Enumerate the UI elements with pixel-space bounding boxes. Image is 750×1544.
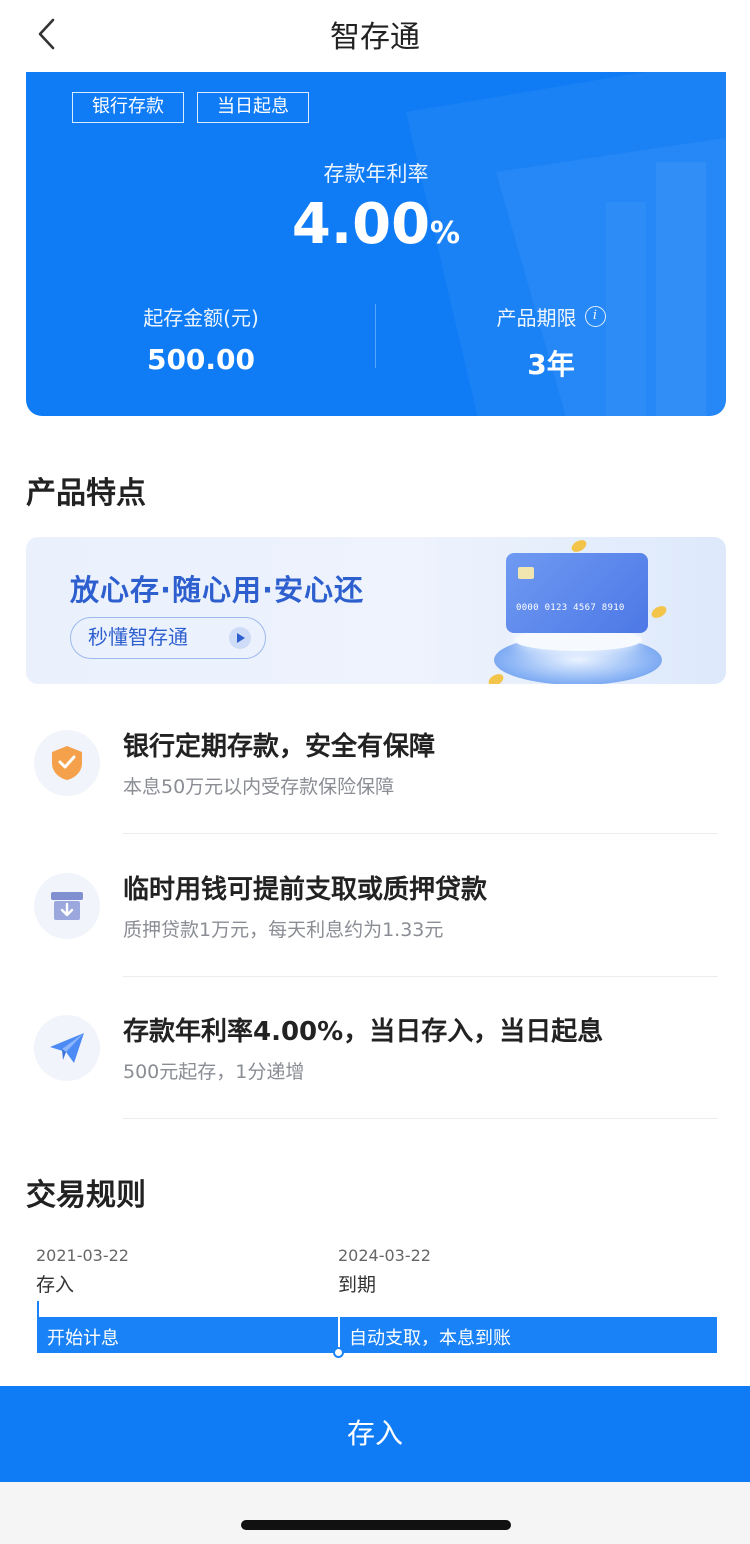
archive-box-icon [34,873,100,939]
min-amount-value: 500.00 [146,343,256,376]
coin-decoration [486,671,506,684]
timeline-end-date: 2024-03-22 [338,1246,431,1265]
feature-title: 存款年利率4.00%，当日存入，当日起息 [123,1017,604,1047]
feature-subtitle: 500元起存，1分递增 [123,1061,305,1083]
feature-subtitle: 本息50万元以内受存款保险保障 [123,776,395,798]
explain-video-button[interactable]: 秒懂智存通 [70,617,266,659]
divider [123,976,718,977]
timeline-end-event: 自动支取，本息到账 [349,1328,511,1349]
features-section-title: 产品特点 [26,476,146,511]
timeline-start-event: 开始计息 [47,1328,119,1349]
rate-label: 存款年利率 [323,162,429,186]
timeline-start-label: 存入 [36,1274,75,1296]
promo-banner[interactable]: 放心存·随心用·安心还 秒懂智存通 0000 0123 4567 8910 [26,537,726,684]
feature-item-rate: 存款年利率4.00%，当日存入，当日起息 500元起存，1分递增 [26,985,718,1127]
min-amount-label: 起存金额(元) [143,306,259,330]
feature-subtitle: 质押贷款1万元，每天利息约为1.33元 [123,919,444,941]
tag-same-day-interest: 当日起息 [197,92,309,123]
timeline-start-tick [37,1301,39,1317]
home-indicator[interactable] [241,1520,511,1530]
explain-video-label: 秒懂智存通 [88,625,188,649]
feature-title: 银行定期存款，安全有保障 [123,732,436,762]
rate-hero-card: 银行存款 当日起息 存款年利率 4.00% 起存金额(元) 500.00 产品期… [26,72,726,416]
rate-unit: % [430,216,461,251]
rate-number: 4.00 [291,192,431,257]
info-icon[interactable]: i [584,306,606,327]
feature-item-withdraw: 临时用钱可提前支取或质押贷款 质押贷款1万元，每天利息约为1.33元 [26,843,718,985]
timeline-start-date: 2021-03-22 [36,1246,129,1265]
coin-decoration [649,603,669,621]
timeline-dot [333,1347,344,1358]
bank-card-illustration: 0000 0123 4567 8910 [506,553,648,633]
term-block: 产品期限 i 3年 [376,302,726,383]
card-chip [518,567,534,579]
page-title: 智存通 [330,20,420,55]
coin-decoration [569,537,589,555]
shield-check-icon [34,730,100,796]
tag-bank-deposit: 银行存款 [72,92,184,123]
divider [123,1118,718,1119]
deposit-button[interactable]: 存入 [0,1386,750,1482]
term-value: 3年 [527,348,575,381]
rate-value: 4.00% [26,192,726,257]
feature-item-safety: 银行定期存款，安全有保障 本息50万元以内受存款保险保障 [26,700,718,842]
nav-bar: 智存通 [0,0,750,72]
divider [123,833,718,834]
timeline-end-label: 到期 [338,1274,377,1296]
banner-slogan: 放心存·随心用·安心还 [70,573,365,607]
rules-section-title: 交易规则 [26,1178,146,1213]
play-icon [229,627,251,649]
min-amount-block: 起存金额(元) 500.00 [26,302,376,376]
term-label: 产品期限 [496,306,577,330]
paper-plane-icon [34,1015,100,1081]
timeline-separator [338,1301,340,1353]
feature-title: 临时用钱可提前支取或质押贷款 [123,875,488,905]
card-number: 0000 0123 4567 8910 [516,603,625,613]
